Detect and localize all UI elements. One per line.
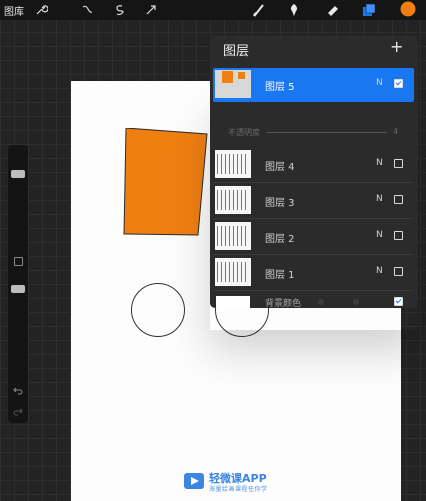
layer-thumbnail: [215, 70, 251, 98]
left-sidebar: [8, 145, 28, 423]
smudge-icon[interactable]: [287, 2, 301, 16]
layer-row-5[interactable]: 图层 5 N: [213, 68, 414, 102]
layer-name: 图层 5: [265, 82, 295, 93]
top-toolbar: 图库: [0, 0, 426, 20]
selection-icon[interactable]: [112, 2, 126, 16]
thumbnail-strokes: [217, 190, 249, 210]
opacity-label: 不透明度: [228, 128, 260, 137]
layer-row-2[interactable]: 图层 2 N: [213, 220, 414, 255]
orange-rectangle: [123, 128, 208, 236]
thumbnail-strokes: [217, 154, 249, 174]
wrench-icon[interactable]: [34, 2, 49, 16]
gallery-button[interactable]: 图库: [4, 3, 24, 18]
layers-panel-title: 图层: [223, 44, 250, 59]
background-color-row[interactable]: 背景颜色: [213, 293, 414, 309]
circle-outline-1: [131, 283, 185, 337]
watermark-subtitle: 海量绘画课程任你学: [209, 486, 268, 493]
brush-opacity-slider[interactable]: [11, 285, 25, 293]
undo-icon[interactable]: [12, 382, 24, 395]
layers-icon[interactable]: [362, 2, 376, 16]
redo-icon[interactable]: [12, 403, 24, 416]
background-color-swatch: [216, 296, 250, 308]
background-color-label: 背景颜色: [265, 299, 302, 309]
add-layer-button[interactable]: +: [390, 38, 403, 56]
thumbnail-strokes: [217, 262, 249, 282]
layer-row-1[interactable]: 图层 1 N: [213, 256, 414, 291]
layer-name: 图层 4: [265, 162, 295, 173]
opacity-row: 不透明度 4: [213, 120, 414, 146]
opacity-value: 4: [393, 127, 399, 136]
layer-thumbnail: [215, 222, 251, 250]
thumbnail-strokes: [217, 226, 249, 246]
brush-icon[interactable]: [252, 2, 266, 17]
layer-name: 图层 1: [265, 270, 295, 281]
visibility-checkbox[interactable]: [394, 79, 403, 88]
blend-mode-button[interactable]: N: [376, 230, 383, 240]
blend-mode-button[interactable]: N: [376, 78, 383, 88]
blend-mode-button[interactable]: N: [376, 194, 383, 204]
layers-panel: 图层 + 图层 5 N 不透明度 4 图层 4 N 图层 3 N 图层 2 N: [210, 36, 418, 309]
layer-thumbnail: [215, 258, 251, 286]
background-option-dot: [318, 299, 324, 305]
magic-wand-icon[interactable]: [80, 2, 94, 16]
brush-size-slider[interactable]: [11, 170, 25, 178]
transform-arrow-icon[interactable]: [144, 2, 158, 16]
background-option-dot: [353, 299, 359, 305]
layer-thumbnail: [215, 186, 251, 214]
blend-mode-button[interactable]: N: [376, 158, 383, 168]
modify-button[interactable]: [14, 257, 23, 266]
visibility-checkbox[interactable]: [394, 297, 403, 306]
thumbnail-orange-block: [222, 71, 233, 83]
layer-name: 图层 3: [265, 198, 295, 209]
thumbnail-orange-block: [238, 72, 245, 79]
layer-row-3[interactable]: 图层 3 N: [213, 184, 414, 219]
layer-row-4[interactable]: 图层 4 N: [213, 148, 414, 183]
blend-mode-button[interactable]: N: [376, 266, 383, 276]
visibility-checkbox[interactable]: [394, 195, 403, 204]
opacity-slider[interactable]: [267, 132, 387, 133]
layer-thumbnail: [215, 150, 251, 178]
layer-name: 图层 2: [265, 234, 295, 245]
visibility-checkbox[interactable]: [394, 231, 403, 240]
watermark-logo: [183, 470, 205, 492]
color-swatch-icon[interactable]: [400, 1, 416, 17]
visibility-checkbox[interactable]: [394, 159, 403, 168]
visibility-checkbox[interactable]: [394, 267, 403, 276]
eraser-icon[interactable]: [326, 2, 340, 16]
